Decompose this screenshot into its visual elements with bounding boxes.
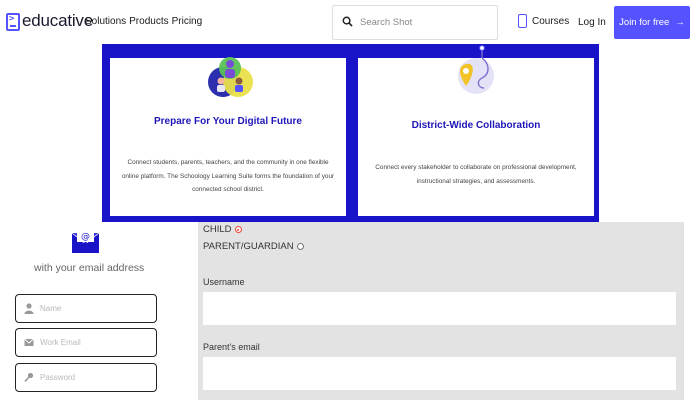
people-circles-illustration-icon xyxy=(208,57,253,97)
email-caption: with your email address xyxy=(34,262,145,274)
courses-link[interactable]: Courses xyxy=(518,14,569,28)
radio-unchecked-icon[interactable] xyxy=(296,243,304,250)
svg-text:@: @ xyxy=(81,232,90,242)
mail-icon xyxy=(24,338,34,346)
join-label: Join for free xyxy=(619,17,670,28)
password-field[interactable]: Password xyxy=(15,363,157,392)
nav-links: Solutions Products Pricing xyxy=(85,16,202,27)
username-label: Username xyxy=(203,277,245,287)
page: > educative Solutions Products Pricing S… xyxy=(0,0,700,400)
feature-card-collaboration: District-Wide Collaboration Connect ever… xyxy=(358,45,594,216)
join-for-free-button[interactable]: Join for free → xyxy=(614,6,690,39)
name-field[interactable]: Name xyxy=(15,294,157,323)
email-envelope-icon: @ xyxy=(71,228,100,253)
role-label: CHILD xyxy=(203,224,232,235)
parent-email-label: Parent's email xyxy=(203,342,260,352)
tablet-icon xyxy=(518,14,527,28)
radio-checked-icon[interactable] xyxy=(234,226,242,233)
username-input[interactable] xyxy=(203,292,676,325)
login-link[interactable]: Log In xyxy=(578,17,606,28)
card-description: Connect every stakeholder to collaborate… xyxy=(375,164,577,185)
name-input[interactable]: Name xyxy=(40,304,61,313)
map-pin-route-illustration-icon xyxy=(458,45,494,94)
card-title: District-Wide Collaboration xyxy=(411,120,541,131)
role-option-parent[interactable]: PARENT/GUARDIAN xyxy=(203,241,304,252)
nav-solutions[interactable]: Solutions xyxy=(85,16,126,27)
user-icon xyxy=(24,303,34,314)
nav-products[interactable]: Products xyxy=(129,16,168,27)
search-input[interactable]: Search Shot xyxy=(360,17,412,28)
work-email-field[interactable]: Work Email xyxy=(15,328,157,357)
search-box[interactable]: Search Shot xyxy=(332,5,498,40)
nav-pricing[interactable]: Pricing xyxy=(172,16,203,27)
top-nav-bar: > educative Solutions Products Pricing S… xyxy=(0,0,700,44)
logo-text[interactable]: educative xyxy=(22,11,93,31)
feature-card-digital-future: Prepare For Your Digital Future Connect … xyxy=(110,57,346,216)
work-email-input[interactable]: Work Email xyxy=(40,338,81,347)
educative-logo-icon[interactable]: > xyxy=(6,13,20,31)
feature-banner: Prepare For Your Digital Future Connect … xyxy=(102,44,599,222)
password-input[interactable]: Password xyxy=(40,373,75,382)
role-option-child[interactable]: CHILD xyxy=(203,224,242,235)
courses-label: Courses xyxy=(532,15,570,27)
role-label: PARENT/GUARDIAN xyxy=(203,241,294,252)
card-description: Connect students, parents, teachers, and… xyxy=(121,159,335,193)
registration-form-panel: CHILD PARENT/GUARDIAN Username Parent's … xyxy=(198,222,684,400)
key-icon xyxy=(24,372,34,383)
card-title: Prepare For Your Digital Future xyxy=(154,116,302,127)
search-icon xyxy=(342,16,353,27)
parent-email-input[interactable] xyxy=(203,357,676,390)
arrow-right-icon: → xyxy=(675,17,685,28)
